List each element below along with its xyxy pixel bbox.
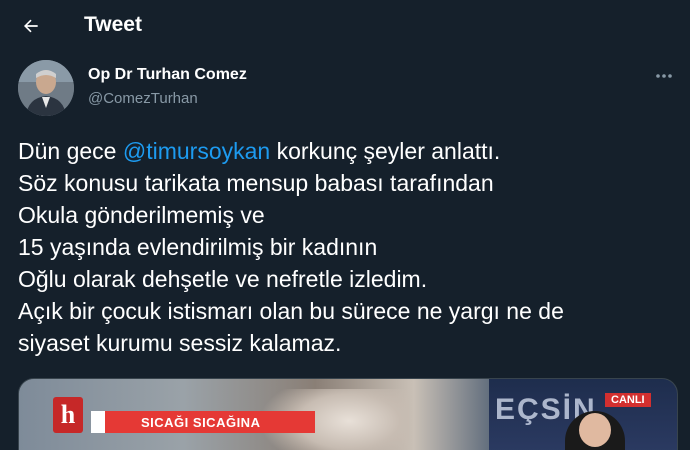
tweet-author: Op Dr Turhan Comez @ComezTurhan: [18, 60, 678, 118]
tweet-text-segment: korkunç şeyler anlattı.: [270, 138, 501, 164]
arrow-left-icon: [24, 19, 38, 33]
channel-logo: h: [53, 397, 83, 433]
more-horizontal-icon: [656, 74, 672, 78]
tweet-line-6: Açık bir çocuk istismarı olan bu sürece …: [18, 298, 564, 324]
tweet-line-5: Oğlu olarak dehşetle ve nefretle izledim…: [18, 266, 428, 292]
more-options-button[interactable]: [650, 64, 678, 88]
tweet-line-4: 15 yaşında evlendirilmiş bir kadının: [18, 234, 378, 260]
program-banner: SICAĞI SICAĞINA: [105, 411, 315, 433]
tweet-header: Tweet: [0, 0, 690, 52]
tweet-text-segment: Dün gece: [18, 138, 123, 164]
tweet-line-1: Dün gece @timursoykan korkunç şeyler anl…: [18, 135, 678, 167]
mention-link[interactable]: @timursoykan: [123, 138, 270, 164]
news-anchor-face: [579, 413, 611, 447]
tweet-text: Dün gece @timursoykan korkunç şeyler anl…: [18, 135, 678, 359]
tweet-media[interactable]: h SICAĞI SICAĞINA EÇSİN CANLI: [18, 378, 678, 450]
page-title: Tweet: [84, 13, 142, 36]
avatar[interactable]: [18, 60, 74, 116]
tweet-line-3: Okula gönderilmemiş ve: [18, 202, 265, 228]
tweet-line-2: Söz konusu tarikata mensup babası tarafı…: [18, 170, 494, 196]
author-handle[interactable]: @ComezTurhan: [88, 90, 198, 107]
back-button[interactable]: [14, 9, 48, 43]
author-display-name[interactable]: Op Dr Turhan Comez: [88, 66, 247, 84]
live-badge: CANLI: [605, 393, 651, 407]
tweet-line-7: siyaset kurumu sessiz kalamaz.: [18, 330, 342, 356]
